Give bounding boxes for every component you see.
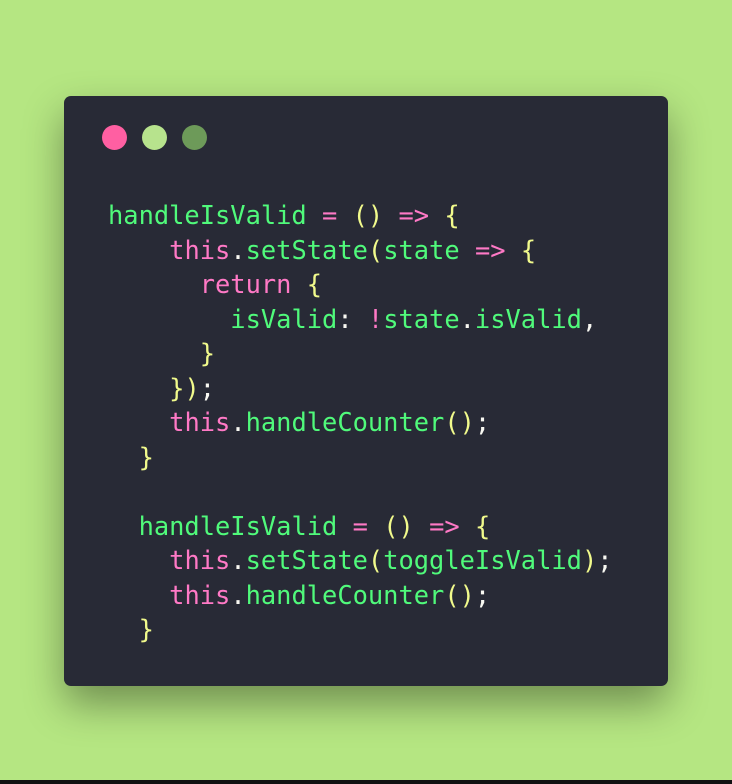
code-token: ) bbox=[581, 545, 598, 575]
close-dot-icon[interactable] bbox=[102, 125, 127, 150]
code-window: handleIsValid = () => { this.setState(st… bbox=[64, 96, 668, 686]
code-line: this.handleCounter(); bbox=[108, 405, 613, 440]
code-token: ( bbox=[367, 545, 384, 575]
code-line: isValid: !state.isValid, bbox=[108, 302, 613, 337]
code-token: handleCounter bbox=[245, 579, 445, 610]
code-token: ! bbox=[367, 303, 384, 334]
code-token: toggleIsValid bbox=[383, 545, 582, 575]
code-line: handleIsValid = () => { bbox=[108, 509, 613, 544]
code-token: ; bbox=[199, 372, 216, 403]
code-token: } bbox=[199, 338, 216, 368]
code-token: setState bbox=[245, 545, 368, 575]
code-token: handleCounter bbox=[245, 407, 445, 437]
code-line: this.setState(toggleIsValid); bbox=[108, 543, 613, 578]
code-token: { bbox=[474, 510, 491, 541]
minimize-dot-icon[interactable] bbox=[142, 125, 167, 150]
code-token: () bbox=[444, 407, 475, 437]
code-token: ( bbox=[367, 234, 384, 265]
code-token: { bbox=[306, 269, 323, 299]
code-token: . bbox=[230, 407, 246, 437]
code-line: this.handleCounter(); bbox=[108, 578, 613, 613]
code-token: () bbox=[352, 200, 384, 230]
code-token: () bbox=[444, 579, 475, 610]
code-token: ; bbox=[597, 545, 613, 575]
code-token: } bbox=[138, 441, 154, 472]
code-line: } bbox=[108, 440, 613, 475]
code-token: { bbox=[520, 234, 537, 265]
code-token: this bbox=[169, 407, 231, 437]
code-line: return { bbox=[108, 267, 613, 302]
code-token: setState bbox=[245, 234, 368, 265]
code-line: this.setState(state => { bbox=[108, 233, 613, 268]
code-block: handleIsValid = () => { this.setState(st… bbox=[108, 198, 613, 647]
code-token: => bbox=[474, 234, 506, 265]
code-token: this bbox=[169, 545, 231, 575]
code-line: } bbox=[108, 336, 613, 371]
code-token: } bbox=[138, 614, 154, 644]
code-line: } bbox=[108, 612, 613, 647]
code-line: handleIsValid = () => { bbox=[108, 198, 613, 233]
code-token: : bbox=[337, 303, 368, 334]
code-token: return bbox=[199, 269, 292, 299]
code-token: => bbox=[398, 200, 430, 230]
code-token: ; bbox=[474, 407, 491, 437]
code-token: => bbox=[429, 510, 460, 541]
code-token: isValid bbox=[474, 303, 582, 334]
code-token: . bbox=[230, 545, 246, 575]
code-token: ; bbox=[474, 579, 491, 610]
code-token: { bbox=[444, 200, 460, 230]
bottom-edge bbox=[0, 780, 732, 784]
code-token: , bbox=[581, 303, 598, 334]
code-token: this bbox=[169, 234, 231, 265]
code-token: . bbox=[230, 579, 246, 610]
window-controls bbox=[102, 125, 207, 150]
code-token: isValid bbox=[230, 303, 338, 334]
code-token: this bbox=[169, 579, 231, 610]
code-token: }) bbox=[169, 372, 200, 403]
code-token: () bbox=[383, 510, 414, 541]
code-token: handleIsValid bbox=[138, 510, 338, 541]
code-token: handleIsValid bbox=[108, 200, 307, 230]
code-token: = bbox=[352, 510, 368, 541]
maximize-dot-icon[interactable] bbox=[182, 125, 207, 150]
code-token: state bbox=[383, 303, 460, 334]
code-token: state bbox=[383, 234, 460, 265]
code-token: = bbox=[322, 200, 338, 230]
code-token: . bbox=[459, 303, 475, 334]
code-line: }); bbox=[108, 371, 613, 406]
code-token: . bbox=[230, 234, 246, 265]
